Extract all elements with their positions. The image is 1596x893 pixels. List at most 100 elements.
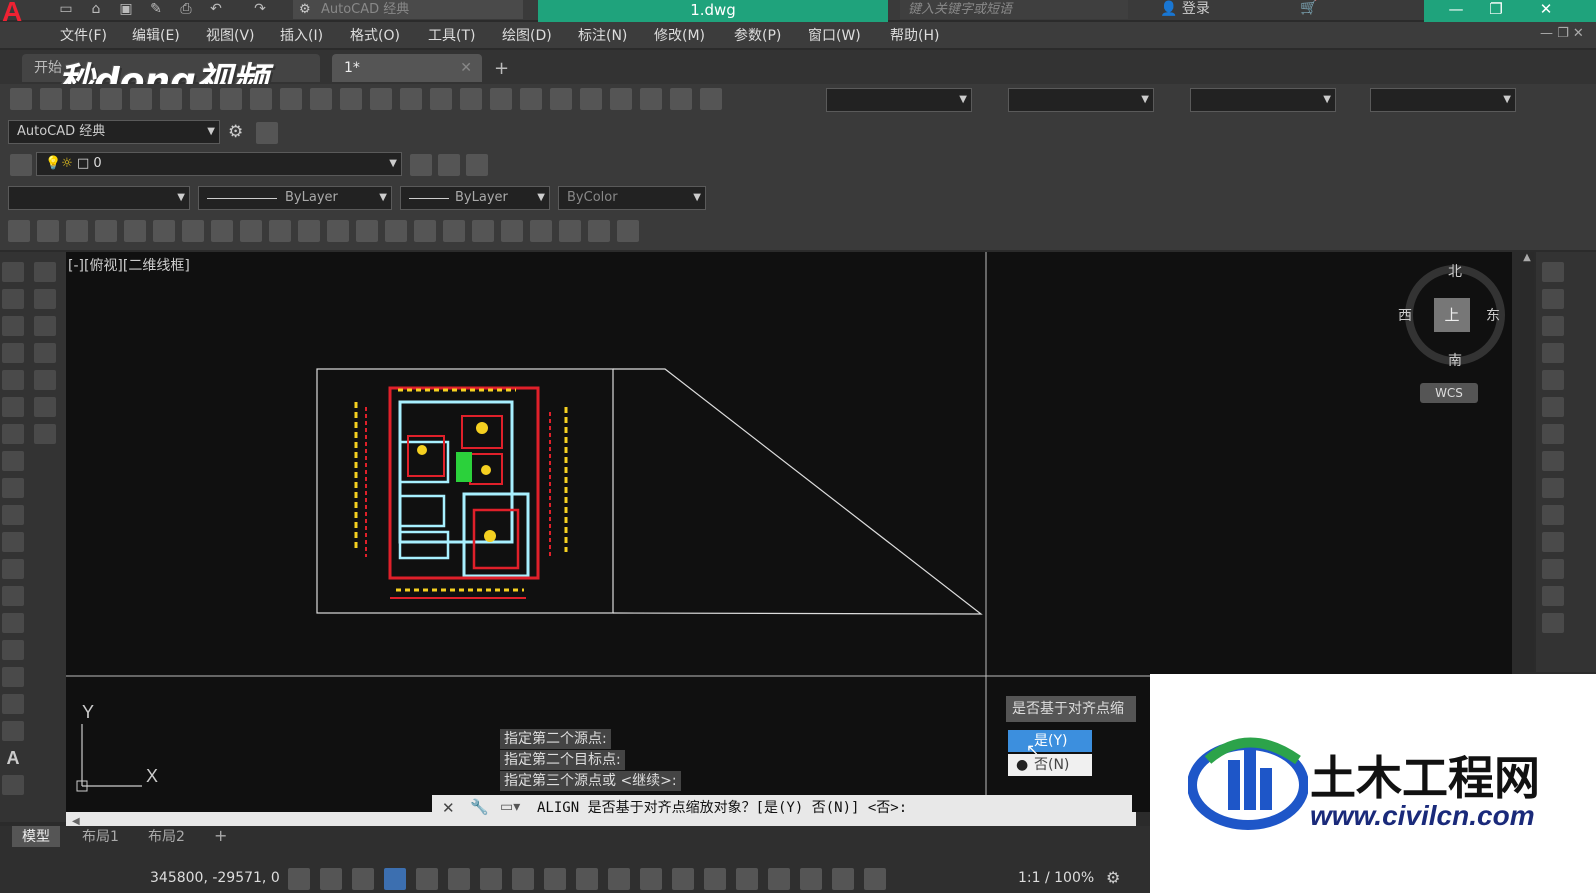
new-icon[interactable] xyxy=(10,88,32,110)
menu-parametric[interactable]: 参数(P) xyxy=(734,25,781,45)
layer-properties-icon[interactable] xyxy=(10,154,32,176)
save-as-icon[interactable]: ✎ xyxy=(146,0,166,18)
selection-filter-icon[interactable] xyxy=(736,868,758,890)
add-layout-plus-icon[interactable]: + xyxy=(214,826,227,845)
view-render-icon[interactable] xyxy=(34,424,56,444)
copy-object-icon[interactable] xyxy=(1542,289,1564,309)
command-recent-icon[interactable]: ▭▾ xyxy=(500,799,520,815)
match-properties-icon[interactable] xyxy=(280,88,302,110)
polar-icon[interactable] xyxy=(448,868,470,890)
copy-icon[interactable] xyxy=(220,88,242,110)
compass-west[interactable]: 西 xyxy=(1398,305,1412,325)
lineweight-icon[interactable] xyxy=(576,868,598,890)
option-no[interactable]: ● 否(N) xyxy=(1008,754,1092,776)
3d-array-icon[interactable] xyxy=(617,220,639,242)
gradient-icon[interactable] xyxy=(2,667,24,687)
dynamic-ucs-icon[interactable] xyxy=(704,868,726,890)
construction-line-icon[interactable] xyxy=(2,289,24,309)
wcs-menu[interactable]: WCS xyxy=(1420,383,1478,403)
sheet-set-icon[interactable] xyxy=(610,88,632,110)
revision-cloud-icon[interactable] xyxy=(2,451,24,471)
search-input[interactable]: 键入关键字或短语 xyxy=(900,0,1128,19)
menu-help[interactable]: 帮助(H) xyxy=(890,25,939,45)
table-icon[interactable] xyxy=(2,721,24,741)
snap-icon[interactable] xyxy=(320,868,342,890)
wedge-icon[interactable] xyxy=(66,220,88,242)
cut-icon[interactable] xyxy=(190,88,212,110)
line-icon[interactable] xyxy=(2,262,24,282)
minimize-icon[interactable]: — xyxy=(1436,0,1476,20)
annotation-visibility-icon[interactable] xyxy=(800,868,822,890)
stretch-icon[interactable] xyxy=(1542,478,1564,498)
properties-icon[interactable] xyxy=(520,88,542,110)
hatch-icon[interactable] xyxy=(2,640,24,660)
open-icon[interactable] xyxy=(40,88,62,110)
workspace-settings-gear-icon[interactable]: ⚙ xyxy=(228,122,243,142)
insert-block-icon[interactable] xyxy=(2,559,24,579)
command-close-icon[interactable]: ✕ xyxy=(442,799,455,817)
planar-surface-icon[interactable] xyxy=(269,220,291,242)
menu-format[interactable]: 格式(O) xyxy=(350,25,400,45)
union-icon[interactable] xyxy=(443,220,465,242)
new-file-icon[interactable]: ▭ xyxy=(56,0,76,18)
object-snap-icon[interactable] xyxy=(544,868,566,890)
sphere-icon[interactable] xyxy=(124,220,146,242)
arc-icon[interactable] xyxy=(2,397,24,417)
rectangle-icon[interactable] xyxy=(2,370,24,390)
zoom-previous-icon[interactable] xyxy=(490,88,512,110)
ortho-icon[interactable] xyxy=(416,868,438,890)
layer-previous-icon[interactable] xyxy=(438,154,460,176)
3d-rotate-icon[interactable] xyxy=(559,220,581,242)
view-orbit-icon[interactable] xyxy=(34,343,56,363)
cursor-coordinates[interactable]: 345800, -29571, 0 xyxy=(150,870,280,886)
extrude-icon[interactable] xyxy=(298,220,320,242)
point-icon[interactable] xyxy=(2,613,24,633)
box-icon[interactable] xyxy=(37,220,59,242)
view-globe-icon[interactable] xyxy=(34,316,56,336)
paste-icon[interactable] xyxy=(250,88,272,110)
selection-cycling-icon[interactable] xyxy=(640,868,662,890)
layer-select[interactable]: 💡☼ □ 0 ▼ xyxy=(36,152,402,176)
redo-icon[interactable]: ↷ xyxy=(250,0,270,18)
menu-file[interactable]: 文件(F) xyxy=(60,25,107,45)
isodraft-icon[interactable] xyxy=(480,868,502,890)
preview-icon[interactable] xyxy=(130,88,152,110)
workspace-switch-gear-icon[interactable]: ⚙ xyxy=(1106,868,1120,887)
menu-dimension[interactable]: 标注(N) xyxy=(578,25,627,45)
view-sphere-icon[interactable] xyxy=(34,289,56,309)
print-icon[interactable]: ⎙ xyxy=(176,0,196,18)
mirror-icon[interactable] xyxy=(1542,316,1564,336)
tab-document[interactable]: 1* ✕ xyxy=(332,54,482,82)
ellipse-icon[interactable] xyxy=(2,505,24,525)
linetype-combo[interactable]: ByLayer ▼ xyxy=(198,186,392,210)
trim-icon[interactable] xyxy=(1542,505,1564,525)
object-snap-tracking-icon[interactable] xyxy=(512,868,534,890)
open-file-icon[interactable]: ⌂ xyxy=(86,0,106,18)
menu-insert[interactable]: 插入(I) xyxy=(280,25,323,45)
text-style-combo[interactable]: ▼ xyxy=(826,88,972,112)
revolve-icon[interactable] xyxy=(385,220,407,242)
menu-tools[interactable]: 工具(T) xyxy=(428,25,475,45)
compass-north[interactable]: 北 xyxy=(1448,261,1462,281)
customize-icon[interactable] xyxy=(256,122,278,144)
undo-toolbar-icon[interactable] xyxy=(340,88,362,110)
tab-model[interactable]: 模型 xyxy=(12,826,60,848)
vertical-scrollbar[interactable]: ▲ xyxy=(1520,252,1534,672)
new-tab-plus-icon[interactable]: + xyxy=(494,58,509,79)
menu-modify[interactable]: 修改(M) xyxy=(654,25,705,45)
offset-icon[interactable] xyxy=(1542,343,1564,363)
cone-icon[interactable] xyxy=(95,220,117,242)
pan-hand-icon[interactable] xyxy=(400,88,422,110)
menu-draw[interactable]: 绘图(D) xyxy=(502,25,552,45)
doc-window-controls[interactable]: — ❐ ✕ xyxy=(1540,26,1584,41)
save-toolbar-icon[interactable] xyxy=(70,88,92,110)
color-combo[interactable]: ▼ xyxy=(8,186,190,210)
break-icon[interactable] xyxy=(1542,559,1564,579)
3d-osnap-icon[interactable] xyxy=(672,868,694,890)
viewcube-top-face[interactable]: 上 xyxy=(1434,298,1470,332)
zoom-window-icon[interactable] xyxy=(460,88,482,110)
plotstyle-combo[interactable]: ByColor ▼ xyxy=(558,186,706,210)
plot-icon[interactable] xyxy=(100,88,122,110)
lineweight-combo[interactable]: ByLayer ▼ xyxy=(400,186,550,210)
zoom-realtime-icon[interactable] xyxy=(430,88,452,110)
